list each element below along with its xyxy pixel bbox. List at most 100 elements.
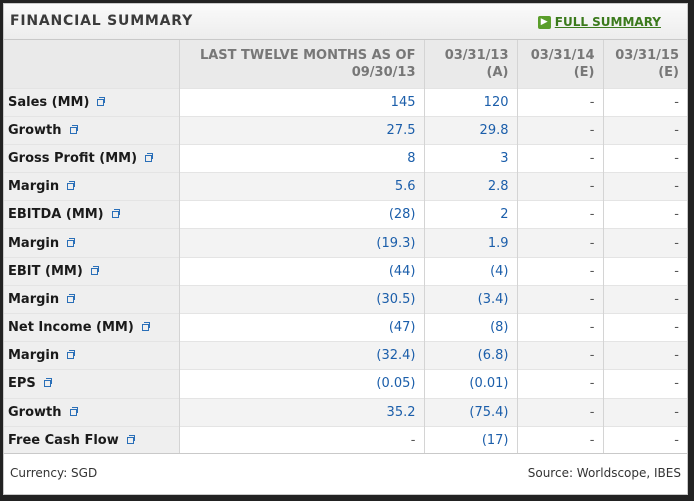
arrow-right-icon: ▶ bbox=[537, 15, 551, 29]
table-cell: (32.4) bbox=[178, 341, 424, 370]
column-header-2013: 03/31/13 (A) bbox=[423, 40, 517, 88]
table-cell: (0.05) bbox=[178, 369, 424, 399]
row-label-text: Margin bbox=[8, 179, 60, 195]
table-cell: (30.5) bbox=[178, 284, 424, 314]
column-header-line2: (A) bbox=[486, 65, 509, 80]
table-cell: (6.8) bbox=[423, 341, 517, 370]
table-cell: 29.8 bbox=[423, 115, 517, 145]
column-header-2015: 03/31/15 (E) bbox=[602, 40, 687, 88]
table-row: Growth 35.2 (75.4) - - bbox=[4, 397, 687, 427]
table-row: Margin (30.5) (3.4) - - bbox=[4, 284, 687, 314]
table-cell: 5.6 bbox=[178, 172, 424, 201]
row-label: Sales (MM) bbox=[4, 87, 179, 117]
table-cell: (44) bbox=[178, 256, 424, 286]
table-row: EBITDA (MM) (28) 2- - bbox=[4, 200, 687, 229]
chart-popup-icon[interactable] bbox=[67, 237, 76, 247]
table-cell: - bbox=[516, 228, 603, 258]
table-cell: - bbox=[602, 172, 687, 201]
table-cell: - bbox=[516, 312, 603, 342]
chart-popup-icon[interactable] bbox=[69, 406, 78, 416]
column-header-line1: 03/31/14 bbox=[530, 48, 595, 63]
row-label: EBITDA (MM) bbox=[4, 200, 179, 229]
table-cell: - bbox=[602, 425, 687, 455]
table-cell: 8 bbox=[178, 143, 424, 173]
table-cell: 2 bbox=[423, 200, 517, 229]
table-cell: (4) bbox=[423, 256, 517, 286]
row-label-text: EBIT (MM) bbox=[8, 263, 83, 279]
table-row: Net Income (MM) (47) (8) - - bbox=[4, 312, 687, 342]
chart-popup-icon[interactable] bbox=[97, 96, 106, 106]
chart-popup-icon[interactable] bbox=[126, 435, 135, 445]
table-row: Sales (MM) 145 120- - bbox=[4, 87, 687, 117]
table-row: Growth 27.5 29.8- - bbox=[4, 115, 687, 145]
chart-popup-icon[interactable] bbox=[141, 322, 150, 332]
row-label-text: Margin bbox=[8, 291, 60, 307]
table-cell: (19.3) bbox=[178, 228, 424, 258]
table-cell: (17) bbox=[423, 425, 517, 455]
row-label-text: Net Income (MM) bbox=[8, 320, 134, 336]
column-header-line1: 03/31/13 bbox=[444, 48, 509, 63]
table-cell: (28) bbox=[178, 200, 424, 229]
chart-popup-icon[interactable] bbox=[69, 124, 78, 134]
table-cell: - bbox=[602, 341, 687, 370]
table-cell: - bbox=[516, 425, 603, 455]
chart-popup-icon[interactable] bbox=[67, 181, 76, 191]
table-cell: - bbox=[602, 228, 687, 258]
chart-popup-icon[interactable] bbox=[90, 265, 99, 275]
table-cell: - bbox=[602, 200, 687, 229]
table-cell: - bbox=[516, 115, 603, 145]
table-row: Gross Profit (MM) 8 3- - bbox=[4, 143, 687, 173]
table-cell: - bbox=[516, 256, 603, 286]
table-row: EBIT (MM) (44) (4) - - bbox=[4, 256, 687, 286]
table-cell: 2.8 bbox=[423, 172, 517, 201]
chart-popup-icon[interactable] bbox=[145, 152, 154, 162]
table-cell: (8) bbox=[423, 312, 517, 342]
row-label: Net Income (MM) bbox=[4, 312, 179, 342]
row-label-text: Growth bbox=[8, 122, 62, 138]
table-cell: 35.2 bbox=[178, 397, 424, 427]
full-summary-link[interactable]: ▶ FULL SUMMARY bbox=[537, 15, 661, 29]
table-cell: 120 bbox=[423, 87, 517, 117]
table-cell: - bbox=[178, 425, 424, 455]
full-summary-label[interactable]: FULL SUMMARY bbox=[555, 15, 661, 29]
row-label: Margin bbox=[4, 284, 179, 314]
row-label: Growth bbox=[4, 397, 179, 427]
table-row: Margin 5.6 2.8- - bbox=[4, 172, 687, 201]
row-label-text: Margin bbox=[8, 235, 60, 251]
table-cell: - bbox=[602, 115, 687, 145]
panel-header: FINANCIAL SUMMARY ▶ FULL SUMMARY bbox=[4, 4, 687, 40]
table-header-row: LAST TWELVE MONTHS AS OF 09/30/13 03/31/1… bbox=[4, 40, 687, 88]
row-label: Margin bbox=[4, 228, 179, 258]
row-label: Growth bbox=[4, 115, 179, 145]
panel-title: FINANCIAL SUMMARY bbox=[10, 13, 194, 29]
table-cell: - bbox=[602, 143, 687, 173]
row-label: Margin bbox=[4, 172, 179, 201]
table-cell: - bbox=[602, 284, 687, 314]
column-header-2014: 03/31/14 (E) bbox=[516, 40, 603, 88]
chart-popup-icon[interactable] bbox=[67, 293, 76, 303]
source-note: Source: Worldscope, IBES bbox=[527, 466, 681, 480]
row-label: Gross Profit (MM) bbox=[4, 143, 179, 173]
table-cell: (75.4) bbox=[423, 397, 517, 427]
row-label-text: Sales (MM) bbox=[8, 94, 90, 110]
table-row: EPS (0.05) (0.01) - - bbox=[4, 369, 687, 399]
table-row: Margin (19.3) 1.9- - bbox=[4, 228, 687, 258]
chart-popup-icon[interactable] bbox=[111, 209, 120, 219]
chart-popup-icon[interactable] bbox=[43, 378, 52, 388]
panel-footer: Currency: SGD Source: Worldscope, IBES bbox=[4, 453, 687, 494]
table-cell: 3 bbox=[423, 143, 517, 173]
column-header-ltm: LAST TWELVE MONTHS AS OF 09/30/13 bbox=[178, 40, 424, 88]
table-cell: - bbox=[516, 143, 603, 173]
row-label-text: Free Cash Flow bbox=[8, 433, 119, 449]
column-header-line2: (E) bbox=[658, 65, 679, 80]
table-cell: 1.9 bbox=[423, 228, 517, 258]
table-cell: - bbox=[516, 369, 603, 399]
row-label: EPS bbox=[4, 369, 179, 399]
chart-popup-icon[interactable] bbox=[67, 350, 76, 360]
column-header-line2: (E) bbox=[573, 65, 595, 80]
table-cell: (0.01) bbox=[423, 369, 517, 399]
row-label: Free Cash Flow bbox=[4, 425, 179, 455]
table-cell: (47) bbox=[178, 312, 424, 342]
table-cell: - bbox=[602, 256, 687, 286]
table-cell: 27.5 bbox=[178, 115, 424, 145]
